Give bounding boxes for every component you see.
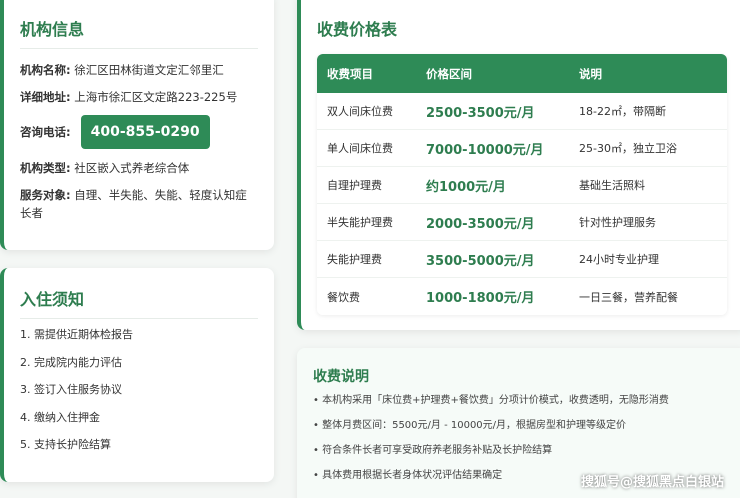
header-item: 收费项目	[327, 66, 373, 81]
cell-item: 单人间床位费	[327, 142, 393, 155]
info-title: 机构信息	[20, 20, 85, 39]
notice-item: 3. 签订入住服务协议	[20, 383, 122, 396]
desc-item: • 本机构采用「床位费+护理费+餐饮费」分项计价模式，收费透明，无隐形消费	[313, 395, 669, 406]
name-row: 机构名称: 徐汇区田林街道文定汇邻里汇	[20, 61, 258, 79]
name-label: 机构名称:	[20, 63, 71, 77]
name-value: 徐汇区田林街道文定汇邻里汇	[74, 63, 224, 77]
notice-title: 入住须知	[20, 290, 85, 309]
table-row: 半失能护理费 2000-3500元/月 针对性护理服务	[317, 204, 727, 241]
table-row: 单人间床位费 7000-10000元/月 25-30㎡，独立卫浴	[317, 130, 727, 167]
desc-item: • 整体月费区间：5500元/月 - 10000元/月，根据房型和护理等级定价	[313, 420, 627, 431]
address-value: 上海市徐汇区文定路223-225号	[74, 90, 238, 104]
cell-price: 1000-1800元/月	[426, 291, 535, 306]
desc-title: 收费说明	[313, 369, 369, 385]
cell-price: 约1000元/月	[426, 179, 506, 195]
header-desc: 说明	[579, 66, 602, 81]
cell-price: 2000-3500元/月	[426, 216, 535, 232]
cell-price: 2500-3500元/月	[426, 105, 535, 121]
phone-label: 咨询电话:	[20, 125, 71, 139]
cell-item: 餐饮费	[327, 290, 360, 304]
price-table: 收费项目 价格区间 说明 双人间床位费 2500-3500元/月 18-22㎡，…	[317, 54, 727, 315]
address-label: 详细地址:	[20, 90, 71, 104]
target-row: 服务对象: 自理、半失能、失能、轻度认知症长者	[20, 186, 258, 222]
table-row: 自理护理费 约1000元/月 基础生活照料	[317, 167, 727, 204]
divider	[20, 48, 258, 49]
price-table-card: 收费价格表 收费项目 价格区间 说明 双人间床位费 2500-3500元/月 1…	[297, 0, 740, 330]
cell-item: 双人间床位费	[327, 105, 393, 118]
cell-desc: 24小时专业护理	[579, 253, 659, 266]
type-label: 机构类型:	[20, 161, 71, 175]
phone-button[interactable]: 400-855-0290	[80, 115, 210, 149]
target-label: 服务对象:	[20, 188, 71, 202]
cell-desc: 基础生活照料	[579, 179, 645, 192]
type-value: 社区嵌入式养老综合体	[74, 161, 190, 175]
cell-item: 半失能护理费	[327, 216, 393, 229]
table-row: 双人间床位费 2500-3500元/月 18-22㎡，带隔断	[317, 93, 727, 130]
cell-desc: 25-30㎡，独立卫浴	[579, 142, 677, 155]
phone-row: 咨询电话: 400-855-0290	[20, 115, 258, 149]
header-price: 价格区间	[426, 66, 472, 81]
notice-item: 2. 完成院内能力评估	[20, 355, 122, 369]
institution-info-card: 机构信息 机构名称: 徐汇区田林街道文定汇邻里汇 详细地址: 上海市徐汇区文定路…	[0, 0, 274, 250]
cell-item: 失能护理费	[327, 253, 382, 266]
cell-price: 7000-10000元/月	[426, 142, 544, 158]
notice-item: 5. 支持长护险结算	[20, 438, 111, 451]
type-row: 机构类型: 社区嵌入式养老综合体	[20, 159, 258, 177]
cell-desc: 18-22㎡，带隔断	[579, 105, 666, 118]
divider	[20, 318, 258, 319]
watermark: 搜狐号@搜狐黑点白银站	[580, 475, 724, 490]
cell-desc: 一日三餐，营养配餐	[579, 290, 678, 304]
cell-desc: 针对性护理服务	[579, 216, 656, 229]
table-row: 餐饮费 1000-1800元/月 一日三餐，营养配餐	[317, 278, 727, 315]
desc-item: • 符合条件长者可享受政府养老服务补贴及长护险结算	[313, 445, 553, 456]
price-table-header: 收费项目 价格区间 说明	[317, 54, 727, 93]
notice-item: 4. 缴纳入住押金	[20, 410, 100, 424]
address-row: 详细地址: 上海市徐汇区文定路223-225号	[20, 88, 258, 106]
notice-item: 1. 需提供近期体检报告	[20, 328, 133, 341]
cell-price: 3500-5000元/月	[426, 253, 535, 269]
cell-item: 自理护理费	[327, 179, 382, 192]
admission-notice-card: 入住须知 1. 需提供近期体检报告 2. 完成院内能力评估 3. 签订入住服务协…	[0, 268, 274, 482]
table-row: 失能护理费 3500-5000元/月 24小时专业护理	[317, 241, 727, 278]
price-title: 收费价格表	[317, 20, 398, 39]
